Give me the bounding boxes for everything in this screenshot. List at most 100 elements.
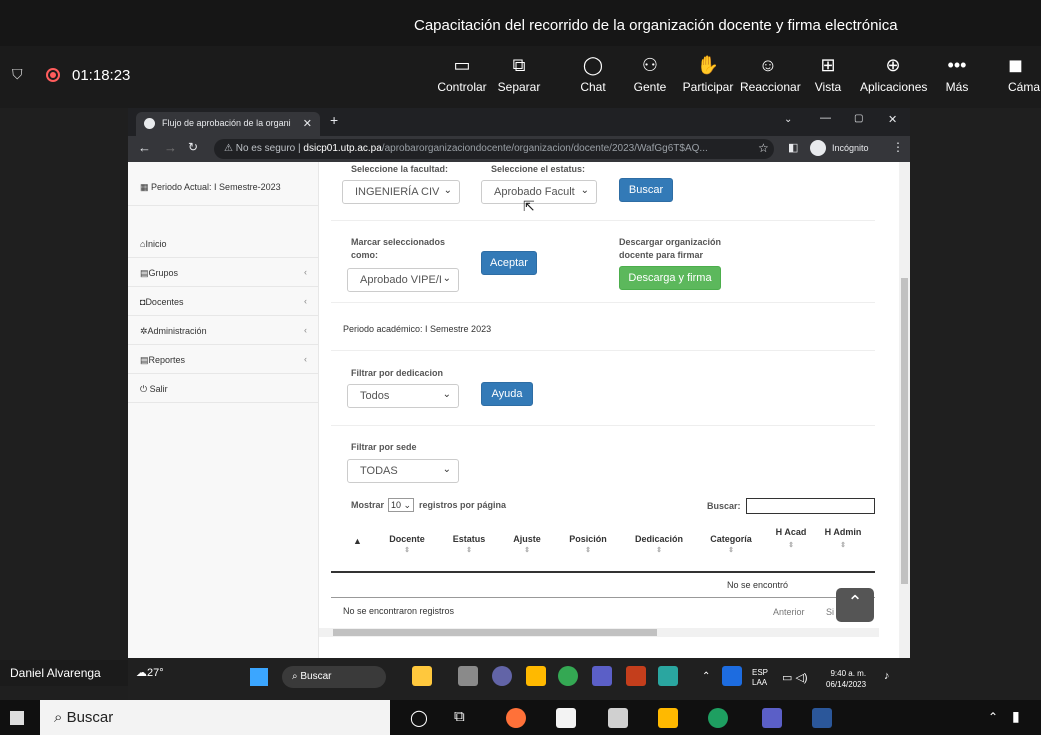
sidebar-item-reportes[interactable]: ▤Reportes ‹ (128, 345, 319, 374)
accept-button[interactable]: Aceptar (481, 251, 537, 275)
chevron-up-icon[interactable]: ⌃ (988, 710, 998, 724)
notes-icon[interactable] (658, 666, 678, 686)
divider (331, 302, 875, 303)
minimize-icon[interactable]: — (820, 112, 831, 124)
window-close-icon[interactable]: ✕ (888, 113, 897, 126)
task-view-icon[interactable]: ⧉ (454, 708, 465, 725)
meet-icon[interactable] (492, 666, 512, 686)
toolbar-gente[interactable]: ⚇ Gente (630, 54, 670, 94)
sort-icon: ⇕ (585, 547, 591, 554)
search-button[interactable]: Buscar (619, 178, 673, 202)
page-size-select[interactable]: 10 ⌄ (388, 498, 414, 512)
widgets-icon[interactable] (412, 666, 432, 686)
edge-icon[interactable] (708, 708, 728, 728)
toolbar-aplicaciones[interactable]: ⊕ Aplicaciones (860, 54, 927, 94)
scroll-thumb[interactable] (333, 629, 657, 636)
site-select[interactable]: TODAS ⌄ (347, 459, 459, 483)
table-search-input[interactable] (746, 498, 875, 514)
scroll-thumb[interactable] (901, 278, 908, 584)
chevron-down-icon: ⌄ (442, 389, 451, 400)
toolbar-controlar[interactable]: ▭ Controlar (436, 54, 488, 94)
download-sign-button[interactable]: Descarga y firma (619, 266, 721, 290)
chevron-down-icon[interactable]: ⌄ (784, 114, 792, 125)
folder-icon[interactable] (526, 666, 546, 686)
restore-icon[interactable]: ▢ (854, 113, 863, 124)
toolbar-camara[interactable]: ◼ Cáma (1008, 54, 1041, 94)
sidebar-item-docentes[interactable]: ◘Docentes ‹ (128, 287, 319, 316)
meeting-title-bar: Capacitación del recorrido de la organiz… (0, 0, 1041, 46)
forward-icon[interactable]: → (164, 140, 177, 155)
status-select[interactable]: Aprobado Facult ⌄ (481, 180, 597, 204)
taskbar-search[interactable]: ⌕ Buscar (282, 666, 386, 688)
toolbar-reaccionar[interactable]: ☺ Reaccionar (740, 54, 801, 94)
clock[interactable]: 9:40 a. m. 06/14/2023 (826, 668, 866, 690)
faculty-select[interactable]: INGENIERÍA CIV ⌄ (342, 180, 460, 204)
toolbar-vista[interactable]: ⊞ Vista (810, 54, 846, 94)
microphone-icon[interactable] (722, 666, 742, 686)
col-h-acad[interactable]: H Acad ⇕ (775, 526, 807, 552)
browser-addressbar: ← → ↻ ⚠ No es seguro | dsicp01.utp.ac.pa… (128, 136, 910, 162)
col-categoria[interactable]: Categoría ⇕ (707, 534, 755, 554)
next-page-link[interactable]: Si (826, 607, 834, 617)
col-ajuste[interactable]: Ajuste ⇕ (509, 534, 545, 554)
divider (331, 350, 875, 351)
sort-icon: ⇕ (728, 547, 734, 554)
microphone-icon[interactable]: ▮ (1012, 708, 1020, 725)
network-volume-icon[interactable]: ▭ ◁) (782, 671, 808, 684)
faculty-label: Seleccione la facultad: (351, 164, 449, 174)
meeting-title: Capacitación del recorrido de la organiz… (414, 17, 898, 34)
horizontal-scrollbar[interactable] (319, 628, 879, 637)
toolbar-participar[interactable]: ✋ Participar (682, 54, 734, 94)
col-dedicacion[interactable]: Dedicación ⇕ (631, 534, 687, 554)
powerpoint-icon[interactable] (626, 666, 646, 686)
chrome-icon[interactable] (558, 666, 578, 686)
firefox-icon[interactable] (506, 708, 526, 728)
reload-icon[interactable]: ↻ (188, 140, 198, 154)
sidebar-item-salir[interactable]: ⏻ Salir (128, 374, 319, 403)
kebab-menu-icon[interactable]: ⋮ (892, 140, 904, 154)
task-view-icon[interactable] (458, 666, 478, 686)
vertical-scrollbar[interactable] (899, 162, 910, 658)
participant-name-label: Daniel Alvarenga (0, 660, 128, 686)
mark-select[interactable]: Aprobado VIPE/I ⌄ (347, 268, 459, 292)
language-indicator[interactable]: ESP LAA (752, 668, 768, 688)
col-estatus[interactable]: Estatus ⇕ (449, 534, 489, 554)
download-label: Descargar organización docente para firm… (619, 237, 722, 260)
url-field[interactable]: ⚠ No es seguro | dsicp01.utp.ac.pa/aprob… (214, 139, 774, 159)
windows-start-icon[interactable] (250, 668, 268, 686)
col-h-admin[interactable]: H Admin ⇕ (823, 526, 863, 552)
teams-icon[interactable] (592, 666, 612, 686)
toolbar-chat[interactable]: ◯ Chat (575, 54, 611, 94)
prev-page-link[interactable]: Anterior (773, 607, 805, 617)
cortana-icon[interactable]: ◯ (410, 708, 428, 728)
sort-icon[interactable]: ▲ (353, 536, 362, 546)
dedication-select[interactable]: Todos ⌄ (347, 384, 459, 408)
dedication-label: Filtrar por dedicacion (351, 368, 444, 378)
sidebar-item-grupos[interactable]: ▤Grupos ‹ (128, 258, 319, 287)
teams-icon[interactable] (762, 708, 782, 728)
taskbar-search[interactable]: ⌕ Buscar (40, 700, 390, 735)
recording-icon (46, 68, 60, 82)
chevron-down-icon: ⌄ (443, 185, 452, 196)
store-icon[interactable] (556, 708, 576, 728)
help-button[interactable]: Ayuda (481, 382, 533, 406)
close-icon[interactable]: ✕ (303, 117, 312, 130)
sidebar-item-inicio[interactable]: ⌂Inicio (128, 229, 319, 258)
folder-icon[interactable] (658, 708, 678, 728)
notification-icon[interactable]: ♪ (884, 670, 890, 682)
chevron-up-icon[interactable]: ⌃ (702, 671, 710, 682)
toolbar-separar[interactable]: ⧉ Separar (497, 54, 541, 94)
toolbar-mas[interactable]: ••• Más (942, 54, 972, 94)
col-posicion[interactable]: Posición ⇕ (565, 534, 611, 554)
word-icon[interactable] (812, 708, 832, 728)
windows-start-icon[interactable] (10, 711, 24, 725)
browser-tab[interactable]: Flujo de aprobación de la organi ✕ (136, 112, 320, 136)
star-icon[interactable]: ☆ (758, 141, 769, 155)
sidepanel-icon[interactable]: ◧ (788, 141, 798, 154)
new-tab-icon[interactable]: + (330, 112, 338, 128)
mail-icon[interactable] (608, 708, 628, 728)
sidebar-item-administracion[interactable]: ✲Administración ‹ (128, 316, 319, 345)
col-docente[interactable]: Docente ⇕ (385, 534, 429, 554)
back-icon[interactable]: ← (138, 140, 151, 155)
scroll-top-button[interactable]: ⌃ (836, 588, 874, 622)
